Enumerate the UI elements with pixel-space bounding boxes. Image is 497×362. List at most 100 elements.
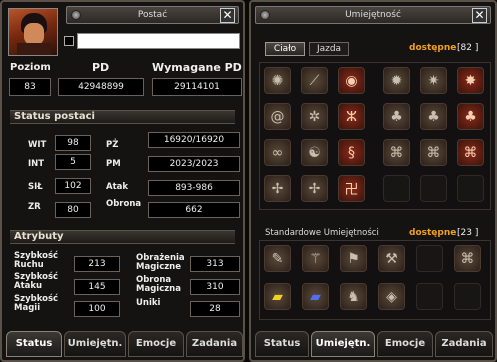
standard-empty-slot <box>416 245 443 272</box>
name-field[interactable] <box>77 33 240 49</box>
required-pd-label: Wymagane PD <box>152 61 242 74</box>
skills-window: Umiejętność ✕ Ciało Jazda dostępne [82 ]… <box>249 0 497 362</box>
sil-label: SIŁ <box>28 182 43 192</box>
flame-star-icon[interactable]: ✸ <box>457 67 484 94</box>
tree-icon[interactable]: ♣ <box>420 103 447 130</box>
move-speed-value: 213 <box>74 256 120 272</box>
serpent-icon[interactable]: § <box>338 139 365 166</box>
int-label: INT <box>28 159 45 169</box>
pd-label: PD <box>92 61 110 74</box>
ice-star-icon[interactable]: ✷ <box>420 67 447 94</box>
tree-red-icon[interactable]: ♣ <box>457 103 484 130</box>
standard-available-value: [23 ] <box>457 228 479 238</box>
standard-empty-slot <box>416 283 443 310</box>
magic-speed-value: 100 <box>74 301 120 317</box>
status-header: Status postaci <box>10 110 235 124</box>
pz-label: PŻ <box>106 140 119 150</box>
seahorse-icon[interactable]: ♞ <box>340 283 367 310</box>
sword-swirl-icon[interactable]: ✺ <box>264 67 291 94</box>
required-pd-value: 29114101 <box>152 78 242 96</box>
standard-available-label: dostępne <box>409 228 457 238</box>
move-speed-label: Szybkość Ruchu <box>14 251 59 270</box>
standard-empty-slot <box>454 283 481 310</box>
available-label: dostępne <box>409 43 457 53</box>
blue-book-icon[interactable]: ▰ <box>302 283 329 310</box>
zr-label: ZR <box>28 202 41 212</box>
magic-defense-value: 310 <box>190 279 240 295</box>
character-window: Postać ✕ Poziom 83 PD 42948899 Wymagane … <box>0 0 245 362</box>
standard-skill-grid: ✎ ⚚ ⚑ ⚒ ⌘ ▰ ▰ ♞ ◈ <box>259 240 491 320</box>
swirl-icon[interactable]: ∞ <box>264 139 291 166</box>
pm-label: PM <box>106 159 121 169</box>
magic-speed-label: Szybkość Magii <box>14 294 59 313</box>
magic-damage-value: 313 <box>190 256 240 272</box>
pickaxe-icon[interactable]: ⚒ <box>378 245 405 272</box>
tab-body[interactable]: Ciało <box>265 42 305 56</box>
avatar <box>8 8 58 56</box>
tab-emotions[interactable]: Emocje <box>377 331 433 357</box>
obrona-value: 662 <box>148 202 240 218</box>
available-value: [82 ] <box>457 43 479 53</box>
flag-icon[interactable]: ⚑ <box>340 245 367 272</box>
character-titlebar[interactable]: Postać ✕ <box>66 6 239 24</box>
skill-empty-slot <box>457 175 484 202</box>
standard-skills-label: Standardowe Umiejętności <box>265 228 379 238</box>
tab-status[interactable]: Status <box>255 331 309 357</box>
right-tab-bar: Status Umiejętn. Emocje Zadania <box>255 331 495 357</box>
atak-value: 893-986 <box>148 180 240 196</box>
yin-yang-icon[interactable]: ☯ <box>301 139 328 166</box>
tab-skills[interactable]: Umiejętn. <box>311 331 375 357</box>
rune-icon[interactable]: 卍 <box>338 175 365 202</box>
zr-value: 80 <box>55 202 91 218</box>
spiral-icon[interactable]: @ <box>264 103 291 130</box>
shuriken-icon[interactable]: ✢ <box>264 175 291 202</box>
magic-defense-label: Obrona Magiczna <box>136 275 181 294</box>
dodge-value: 28 <box>190 301 240 317</box>
int-value: 5 <box>55 154 91 170</box>
attributes-header: Atrybuty <box>10 230 235 244</box>
knot-red-icon[interactable]: ⌘ <box>457 139 484 166</box>
yellow-book-icon[interactable]: ▰ <box>264 283 291 310</box>
skills-titlebar[interactable]: Umiejętność ✕ <box>255 6 491 24</box>
shuriken-icon[interactable]: ✢ <box>301 175 328 202</box>
window-title: Umiejętność <box>345 10 401 20</box>
tab-quests[interactable]: Zadania <box>435 331 493 357</box>
shield-spiral-icon[interactable]: ◈ <box>378 283 405 310</box>
close-button[interactable]: ✕ <box>472 8 487 23</box>
cog-icon[interactable]: ✲ <box>301 103 328 130</box>
name-checkbox[interactable] <box>64 36 74 46</box>
level-label: Poziom <box>10 62 51 73</box>
knot-icon[interactable]: ⌘ <box>420 139 447 166</box>
fire-orb-icon[interactable]: ◉ <box>338 67 365 94</box>
brush-icon[interactable]: ✎ <box>264 245 291 272</box>
skill-grid: ✺ ⟋ ◉ ✹ ✷ ✸ @ ✲ ⵣ ♣ ♣ ♣ ∞ ☯ § ⌘ ⌘ ⌘ ✢ ✢ 卍 <box>259 62 491 210</box>
knot-icon[interactable]: ⌘ <box>454 245 481 272</box>
dragon-icon[interactable]: ⵣ <box>338 103 365 130</box>
pd-value: 42948899 <box>58 78 144 96</box>
left-tab-bar: Status Umiejętn. Emocje Zadania <box>6 331 243 357</box>
broom-icon[interactable]: ⚚ <box>302 245 329 272</box>
wit-value: 98 <box>55 135 91 151</box>
dodge-label: Uniki <box>136 298 161 308</box>
skill-empty-slot <box>383 175 410 202</box>
magic-damage-label: Obrażenia Magiczne <box>136 253 185 272</box>
pm-value: 2023/2023 <box>148 156 240 172</box>
tab-emotions[interactable]: Emocje <box>128 331 184 357</box>
knot-icon[interactable]: ⌘ <box>383 139 410 166</box>
skill-empty-slot <box>420 175 447 202</box>
atak-label: Atak <box>106 182 129 192</box>
tab-status[interactable]: Status <box>6 331 62 357</box>
tree-icon[interactable]: ♣ <box>383 103 410 130</box>
sil-value: 102 <box>55 178 91 194</box>
tab-quests[interactable]: Zadania <box>186 331 243 357</box>
wit-label: WIT <box>28 140 47 150</box>
pz-value: 16920/16920 <box>148 132 240 148</box>
attack-speed-value: 145 <box>74 279 120 295</box>
level-value: 83 <box>9 78 51 96</box>
obrona-label: Obrona <box>106 199 142 209</box>
close-button[interactable]: ✕ <box>220 8 235 23</box>
slash-icon[interactable]: ⟋ <box>301 67 328 94</box>
star-burst-icon[interactable]: ✹ <box>383 67 410 94</box>
tab-ride[interactable]: Jazda <box>309 42 349 56</box>
tab-skills[interactable]: Umiejętn. <box>64 331 126 357</box>
